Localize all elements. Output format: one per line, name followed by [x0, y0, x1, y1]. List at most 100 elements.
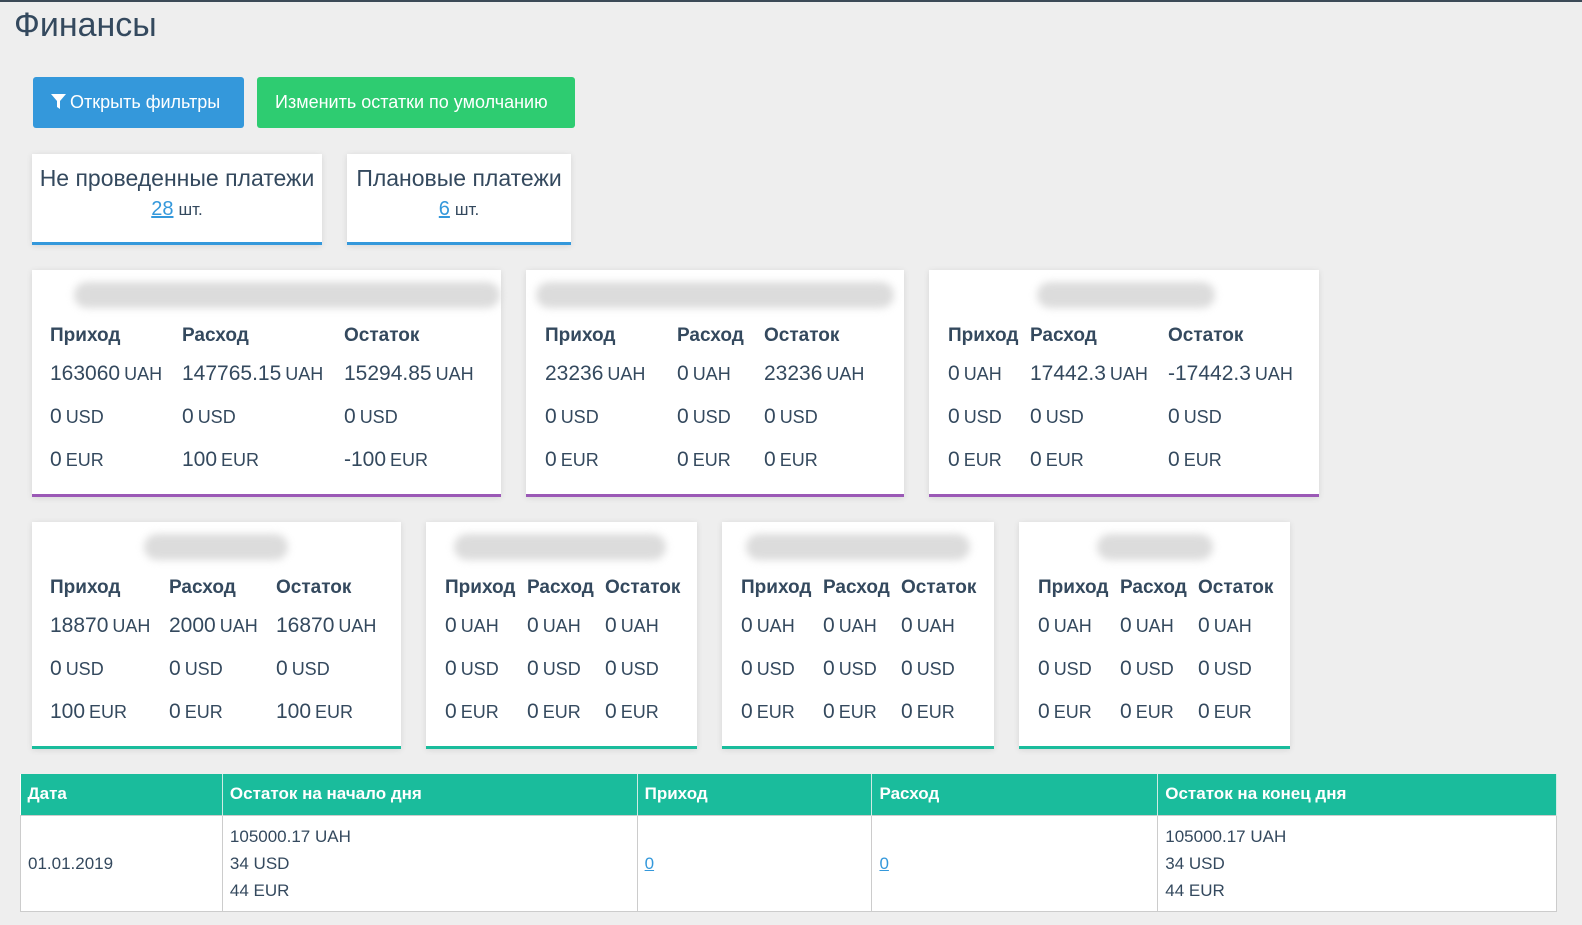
account-value: 0 UAH: [527, 614, 581, 638]
currency: UAH: [826, 364, 865, 384]
amount: 0: [545, 448, 557, 471]
amount: 0: [527, 614, 539, 637]
account-value: 0 UAH: [605, 614, 659, 638]
amount: 0: [169, 657, 181, 680]
account-card: Приход Расход Остаток 18870 UAH 2000 UAH 16870 U…: [32, 522, 401, 749]
amount: 23236: [764, 362, 823, 385]
amount: 0: [605, 614, 617, 637]
account-value: 0 UAH: [1038, 614, 1092, 638]
account-value: -100 EUR: [344, 448, 428, 472]
amount: 0: [50, 405, 62, 428]
currency: USD: [184, 659, 223, 679]
amount: 0: [741, 657, 753, 680]
currency: USD: [963, 407, 1002, 427]
currency: EUR: [460, 702, 499, 722]
amount: 0: [823, 614, 835, 637]
account-value: 0 UAH: [1198, 614, 1252, 638]
amount: 0: [527, 657, 539, 680]
account-value: 0 USD: [527, 657, 581, 681]
account-label-balance: Остаток: [1198, 577, 1274, 598]
amount: 0: [677, 405, 689, 428]
account-value: 100 EUR: [276, 700, 353, 724]
account-card: Приход Расход Остаток 0 UAH 0 UAH 0 UAH 0 USD 0 USD 0…: [1019, 522, 1290, 749]
amount: 0: [445, 700, 457, 723]
account-value: 0 UAH: [445, 614, 499, 638]
amount: 0: [276, 657, 288, 680]
currency: UAH: [1135, 616, 1174, 636]
planned-payments-title: Плановые платежи: [356, 165, 562, 191]
account-name-blurred: [454, 534, 666, 560]
finance-table: Дата Остаток на начало дня Приход Расход…: [20, 774, 1557, 912]
account-name-blurred: [144, 534, 288, 560]
currency: USD: [1183, 407, 1222, 427]
currency: EUR: [315, 702, 354, 722]
amount: 0: [1038, 614, 1050, 637]
account-name-blurred: [536, 282, 894, 308]
currency: USD: [838, 659, 877, 679]
currency: UAH: [1213, 616, 1252, 636]
account-value: 0 UAH: [948, 362, 1002, 386]
filter-icon: [51, 94, 66, 109]
currency: UAH: [460, 616, 499, 636]
account-value: 15294.85 UAH: [344, 362, 474, 386]
currency: EUR: [620, 702, 659, 722]
amount: 17442.3: [1030, 362, 1106, 385]
account-label-balance: Остаток: [764, 325, 840, 346]
planned-payments-unit: шт.: [454, 200, 480, 219]
account-value: 0 EUR: [901, 700, 955, 724]
account-value: 0 USD: [545, 405, 599, 429]
currency: UAH: [542, 616, 581, 636]
currency: USD: [1213, 659, 1252, 679]
currency: UAH: [916, 616, 955, 636]
account-value: 0 USD: [445, 657, 499, 681]
currency: EUR: [65, 450, 104, 470]
amount: 0: [545, 405, 557, 428]
planned-payments-count-link[interactable]: 6: [439, 198, 450, 220]
amount: 0: [741, 700, 753, 723]
account-value: 163060 UAH: [50, 362, 162, 386]
currency: EUR: [221, 450, 260, 470]
account-value: 0 USD: [677, 405, 731, 429]
currency: EUR: [184, 702, 223, 722]
open-filters-label: Открыть фильтры: [70, 92, 221, 112]
account-label-balance: Остаток: [1168, 325, 1244, 346]
account-name-blurred: [746, 534, 970, 560]
top-border: [0, 0, 1582, 2]
account-card: Приход Расход Остаток 23236 UAH 0 UAH 23236 UAH 0…: [526, 270, 904, 497]
currency: UAH: [124, 364, 163, 384]
account-value: 0 EUR: [741, 700, 795, 724]
cell-date: 01.01.2019: [20, 814, 223, 912]
start-balance-uah: 105000.17 UAH: [229, 826, 351, 846]
currency: UAH: [1109, 364, 1148, 384]
account-value: 0 USD: [1038, 657, 1092, 681]
amount: 0: [445, 657, 457, 680]
amount: 2000: [169, 614, 216, 637]
amount: 0: [1038, 657, 1050, 680]
amount: 0: [1030, 448, 1042, 471]
end-balance-usd: 34 USD: [1165, 853, 1225, 873]
currency: USD: [197, 407, 236, 427]
income-link[interactable]: 0: [645, 854, 654, 873]
account-value: 0 UAH: [901, 614, 955, 638]
unposted-payments-title: Не проведенные платежи: [39, 165, 315, 191]
account-label-expense: Расход: [677, 325, 744, 346]
account-value: 0 USD: [169, 657, 223, 681]
expense-link[interactable]: 0: [879, 854, 888, 873]
currency: UAH: [1053, 616, 1092, 636]
currency: USD: [756, 659, 795, 679]
currency: EUR: [838, 702, 877, 722]
unposted-payments-count-link[interactable]: 28: [151, 198, 173, 220]
change-default-balances-button[interactable]: Изменить остатки по умолчанию: [257, 77, 575, 128]
currency: EUR: [756, 702, 795, 722]
currency: USD: [542, 659, 581, 679]
account-value: 0 UAH: [677, 362, 731, 386]
currency: EUR: [89, 702, 128, 722]
account-label-income: Приход: [50, 577, 121, 598]
currency: UAH: [219, 616, 258, 636]
open-filters-button[interactable]: Открыть фильтры: [33, 77, 244, 128]
account-value: 0 EUR: [527, 700, 581, 724]
currency: USD: [1053, 659, 1092, 679]
amount: 23236: [545, 362, 604, 385]
amount: 100: [276, 700, 312, 723]
account-value: 0 EUR: [50, 448, 104, 472]
